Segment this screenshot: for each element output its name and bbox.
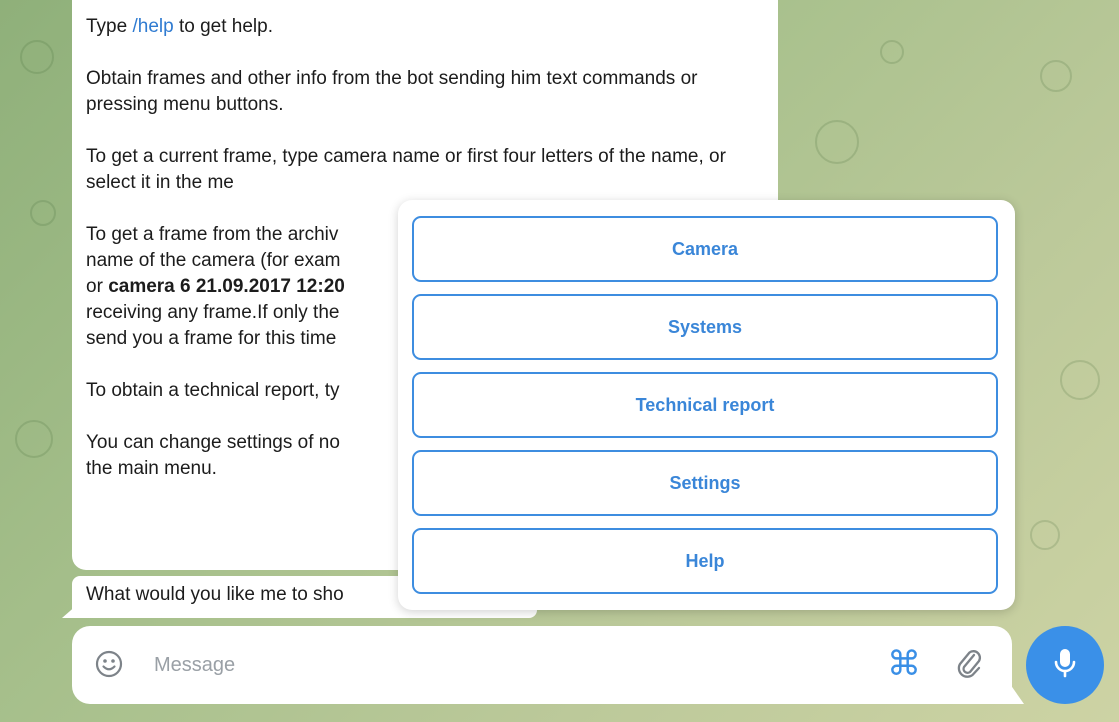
help-line: Type /help to get help. <box>86 16 273 37</box>
systems-button[interactable]: Systems <box>412 294 998 360</box>
microphone-icon <box>1050 646 1080 685</box>
settings-button[interactable]: Settings <box>412 450 998 516</box>
bot-commands-icon[interactable]: ⌘ <box>884 644 924 684</box>
microphone-button[interactable] <box>1026 626 1104 704</box>
message-composer: ⌘ <box>72 626 1012 704</box>
technical-report-button[interactable]: Technical report <box>412 372 998 438</box>
message-input[interactable] <box>152 648 776 682</box>
emoji-icon[interactable] <box>95 650 123 678</box>
paperclip-icon[interactable] <box>952 646 988 682</box>
camera-button[interactable]: Camera <box>412 216 998 282</box>
bot-keyboard-menu: Camera Systems Technical report Settings… <box>398 200 1015 610</box>
help-button[interactable]: Help <box>412 528 998 594</box>
current-frame-paragraph: To get a current frame, type camera name… <box>86 146 726 193</box>
help-command-link[interactable]: /help <box>132 16 173 37</box>
intro-paragraph: Obtain frames and other info from the bo… <box>86 68 698 115</box>
